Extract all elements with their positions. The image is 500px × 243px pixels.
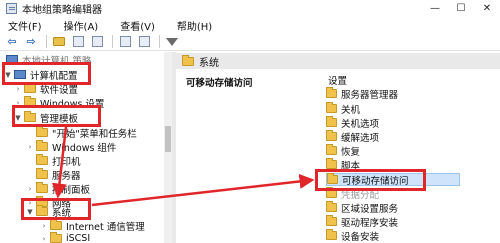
- arrow-to-system: [51, 126, 68, 199]
- annotation-arrows: [51, 126, 315, 207]
- arrow-to-removable-storage: [91, 173, 315, 207]
